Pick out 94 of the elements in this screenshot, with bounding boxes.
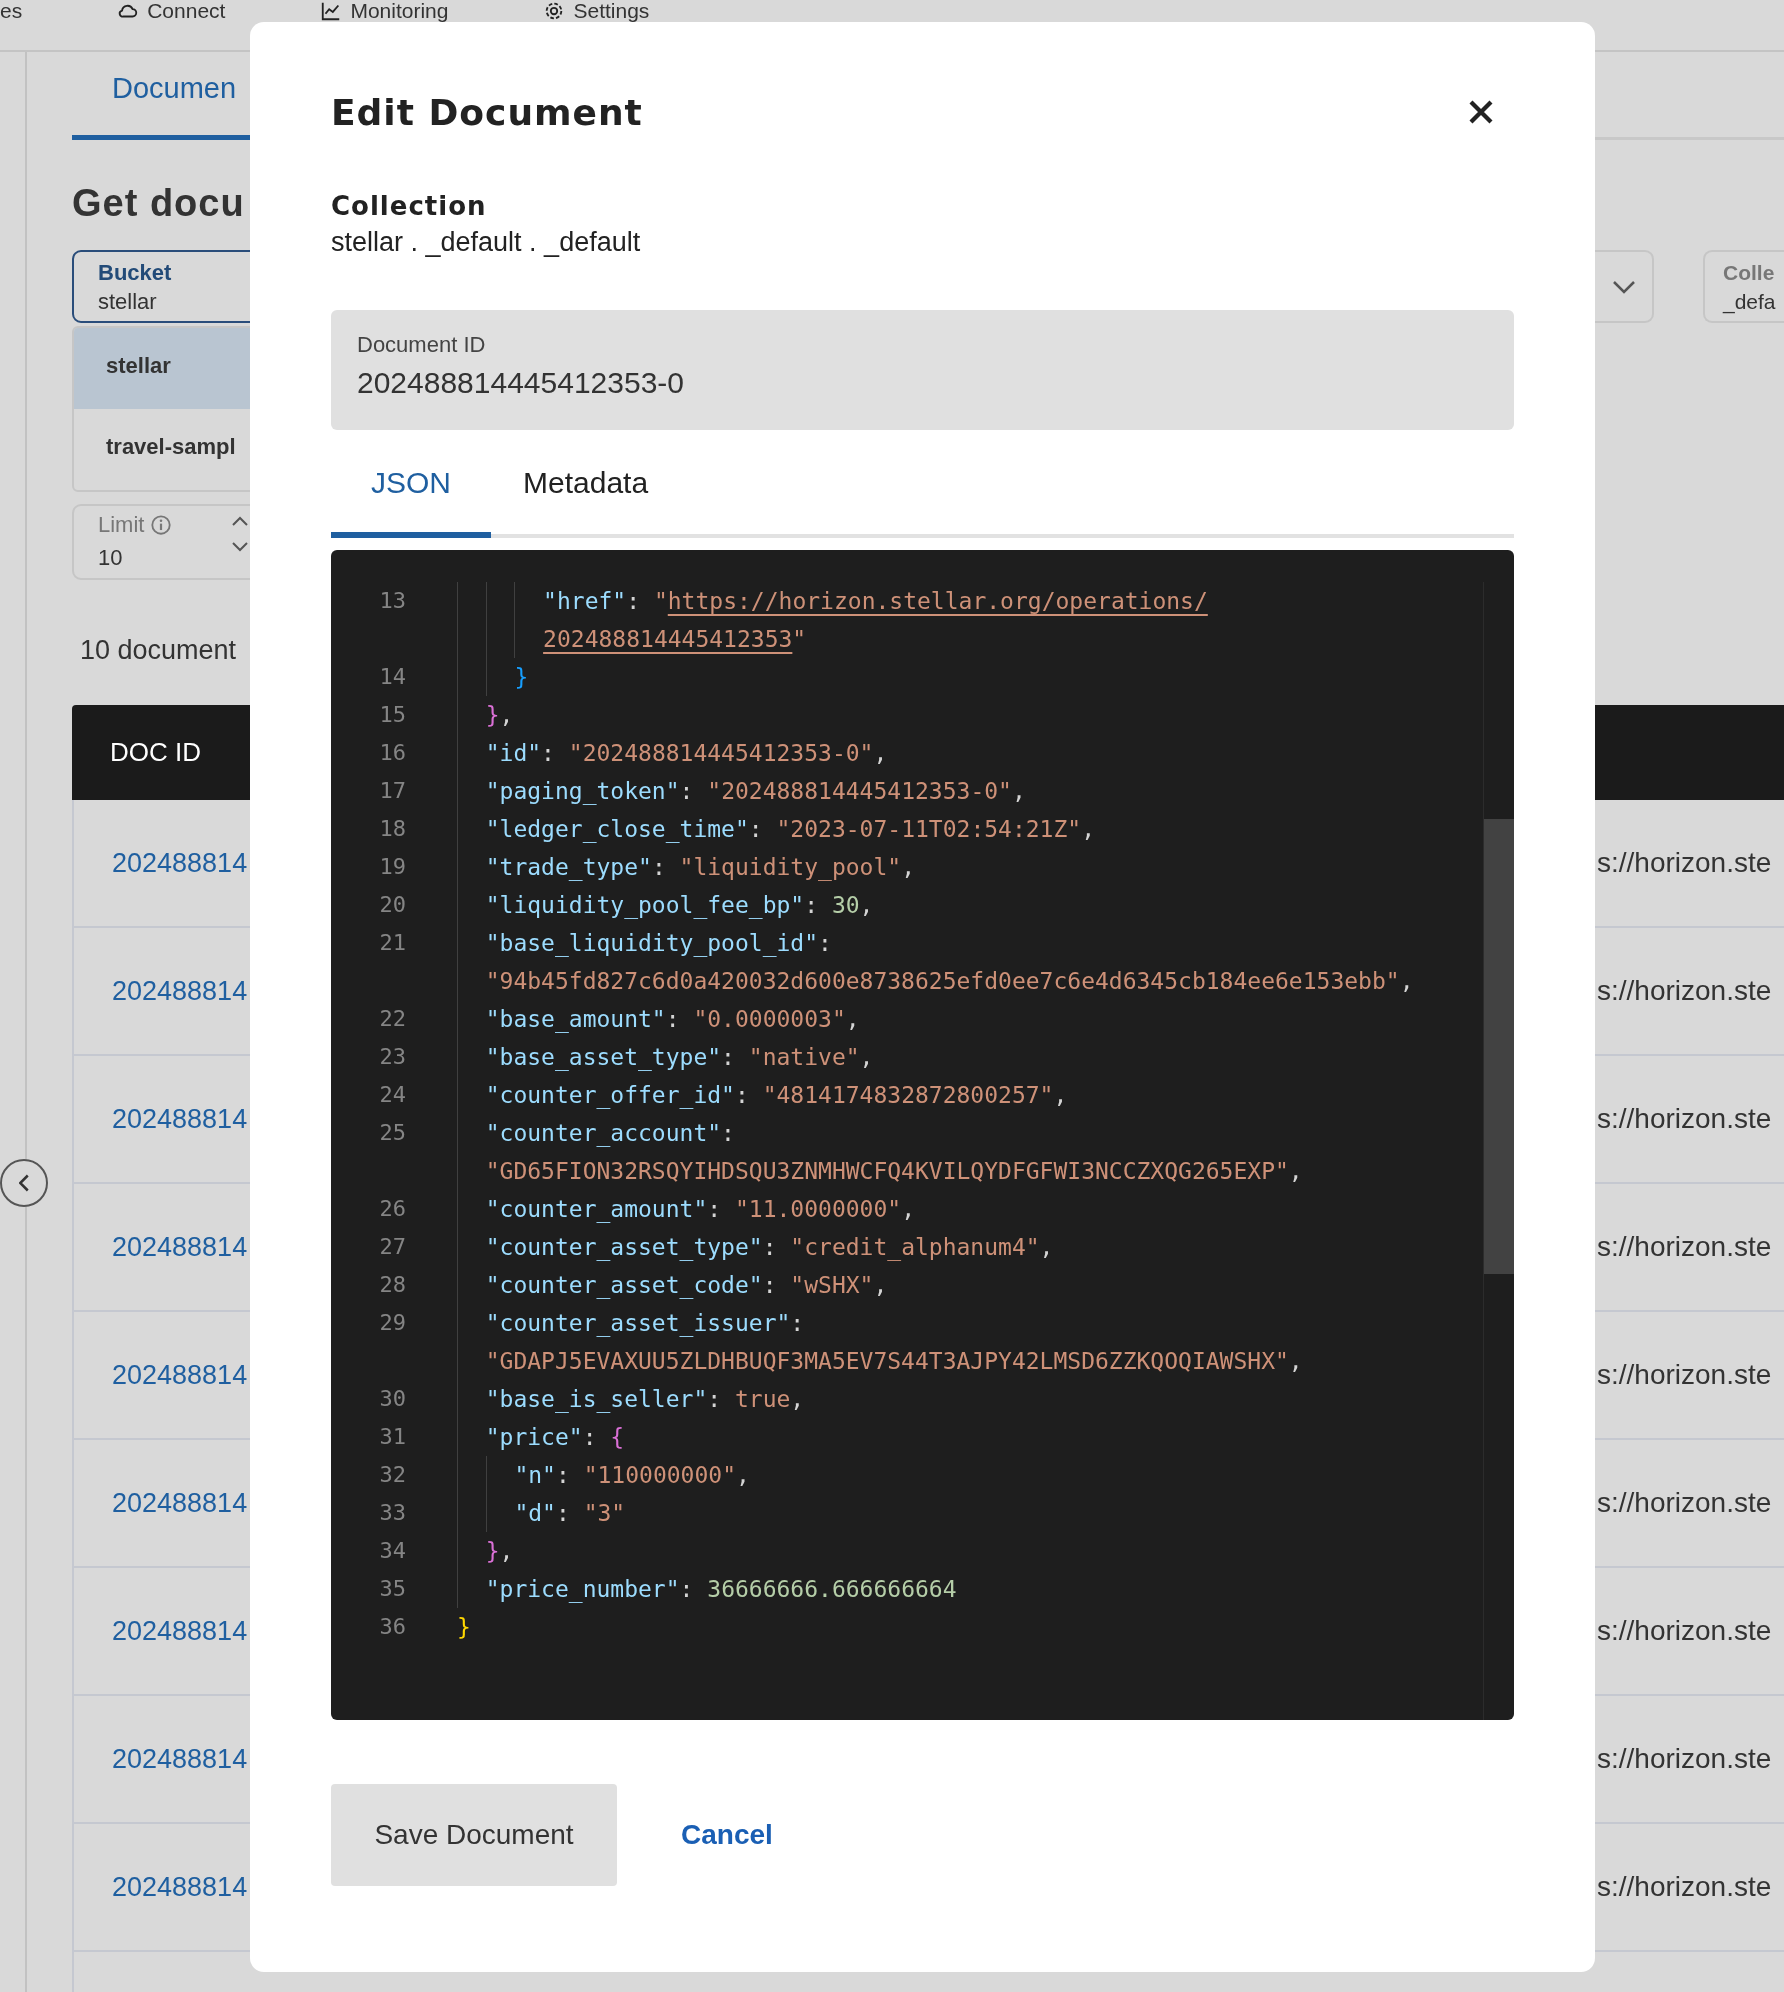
- line-number: 25: [378, 1119, 406, 1147]
- line-number: 16: [378, 739, 406, 767]
- line-number: 17: [378, 777, 406, 805]
- line-number: 20: [378, 891, 406, 919]
- code-line: "counter_asset_type": "credit_alphanum4",: [485, 1233, 1054, 1263]
- collapse-button[interactable]: [0, 1159, 48, 1207]
- code-line: }: [514, 663, 529, 692]
- table-cell: s://horizon.ste: [1597, 847, 1772, 879]
- code-line: "base_liquidity_pool_id":: [485, 929, 832, 959]
- code-line: "d": "3": [514, 1499, 626, 1528]
- code-line: "paging_token": "202488814445412353-0",: [485, 777, 1026, 807]
- code-line: "href": "https://horizon.stellar.org/operations/: [543, 587, 1208, 616]
- document-link[interactable]: 202488814: [112, 975, 248, 1007]
- document-link[interactable]: 202488814: [112, 1615, 248, 1647]
- document-link[interactable]: 202488814: [112, 1743, 248, 1775]
- code-line: "liquidity_pool_fee_bp": 30,: [485, 891, 874, 921]
- collection-label: Collection: [331, 190, 488, 223]
- code-line: "trade_type": "liquidity_pool",: [485, 853, 915, 883]
- code-line: 202488814445412353": [543, 625, 807, 654]
- line-number: 24: [378, 1081, 406, 1109]
- document-link[interactable]: 202488814: [112, 847, 248, 879]
- code-line: "ledger_close_time": "2023-07-11T02:54:21Z",: [485, 815, 1095, 845]
- tab[interactable]: JSON: [331, 444, 491, 538]
- line-number: 22: [378, 1005, 406, 1033]
- code-line: "counter_account":: [485, 1119, 735, 1149]
- line-number: 13: [378, 587, 406, 615]
- collection-path: stellar . _default . _default: [331, 226, 642, 259]
- cancel-link[interactable]: Cancel: [657, 1799, 797, 1871]
- line-number: 15: [378, 701, 406, 729]
- result-count: 10 document: [79, 634, 238, 667]
- line-number: 35: [378, 1575, 406, 1603]
- line-number: 30: [378, 1385, 406, 1413]
- nav-link[interactable]: Settings: [573, 0, 650, 22]
- table-cell: s://horizon.ste: [1597, 1615, 1772, 1647]
- line-number: 27: [378, 1233, 406, 1261]
- code-line: "counter_amount": "11.0000000",: [485, 1195, 915, 1225]
- table-cell: s://horizon.ste: [1597, 975, 1772, 1007]
- line-number: 34: [378, 1537, 406, 1565]
- document-link[interactable]: 202488814: [112, 1871, 248, 1903]
- collection-field[interactable]: Colle _defa: [1703, 250, 1784, 323]
- nav-link[interactable]: Monitoring: [350, 0, 449, 22]
- table-cell: s://horizon.ste: [1597, 1103, 1772, 1135]
- line-number: 36: [378, 1613, 406, 1641]
- tab[interactable]: Metadata: [491, 444, 689, 538]
- code-line: "94b45fd827c6d0a420032d600e8738625efd0ee7c6e4d6345cb184ee6e153ebb",: [485, 967, 1414, 996]
- document-link[interactable]: 202488814: [112, 1487, 248, 1519]
- line-number: 14: [378, 663, 406, 691]
- code-line: "counter_asset_issuer":: [485, 1309, 805, 1339]
- document-link[interactable]: 202488814: [112, 1103, 248, 1135]
- line-number: 29: [378, 1309, 406, 1337]
- line-number: 18: [378, 815, 406, 843]
- save-button[interactable]: Save Document: [331, 1784, 617, 1886]
- info-icon: [150, 514, 173, 536]
- code-line: "GDAPJ5EVAXUU5ZLDHBUQF3MA5EV7S44T3AJPY42LMSD6ZZKQOQIAWSHX",: [485, 1347, 1303, 1376]
- line-number: 19: [378, 853, 406, 881]
- line-number: 31: [378, 1423, 406, 1451]
- code-line: "GD65FION32RSQYIHDSQU3ZNMHWCFQ4KVILQYDFGFWI3NCCZXQG265EXP",: [485, 1157, 1303, 1186]
- document-id-field[interactable]: Document ID 202488814445412353-0: [331, 310, 1514, 430]
- column-header: DOC ID: [110, 737, 201, 768]
- nav-link[interactable]: Connect: [147, 0, 226, 22]
- table-cell: s://horizon.ste: [1597, 1231, 1772, 1263]
- code-line: "base_asset_type": "native",: [485, 1043, 874, 1073]
- line-number: 32: [378, 1461, 406, 1489]
- line-number: 21: [378, 929, 406, 957]
- page-heading: Get docu: [72, 181, 246, 226]
- code-line: "counter_offer_id": "4814174832872800257",: [485, 1081, 1068, 1111]
- table-cell: s://horizon.ste: [1597, 1743, 1772, 1775]
- code-line: "base_is_seller": true,: [485, 1385, 805, 1415]
- dropdown-option[interactable]: travel-sampl: [74, 409, 250, 490]
- code-line: "counter_asset_code": "wSHX",: [485, 1271, 888, 1301]
- document-link[interactable]: 202488814: [112, 1231, 248, 1263]
- code-line: },: [485, 701, 514, 730]
- document-link[interactable]: 202488814: [112, 1359, 248, 1391]
- line-number: 23: [378, 1043, 406, 1071]
- table-cell: s://horizon.ste: [1597, 1487, 1772, 1519]
- dialog-title: Edit Document: [331, 91, 643, 133]
- line-number: 26: [378, 1195, 406, 1223]
- line-number: 28: [378, 1271, 406, 1299]
- line-number: 33: [378, 1499, 406, 1527]
- code-editor[interactable]: [331, 550, 1514, 1720]
- dropdown-option[interactable]: stellar: [74, 328, 250, 409]
- chevron-left-icon: [19, 1174, 29, 1192]
- nav-link[interactable]: es: [0, 0, 23, 22]
- table-cell: s://horizon.ste: [1597, 1871, 1772, 1903]
- dropdown-field[interactable]: [1595, 250, 1654, 323]
- scrollbar-thumb[interactable]: [1484, 819, 1514, 1274]
- table-cell: s://horizon.ste: [1597, 1359, 1772, 1391]
- code-line: "n": "110000000",: [514, 1461, 750, 1490]
- code-line: "price": {: [485, 1423, 625, 1452]
- code-line: "price_number": 36666666.666666664: [485, 1575, 957, 1605]
- code-line: "base_amount": "0.0000003",: [485, 1005, 860, 1035]
- code-line: "id": "202488814445412353-0",: [485, 739, 888, 768]
- code-line: }: [457, 1613, 471, 1642]
- code-line: },: [485, 1537, 514, 1566]
